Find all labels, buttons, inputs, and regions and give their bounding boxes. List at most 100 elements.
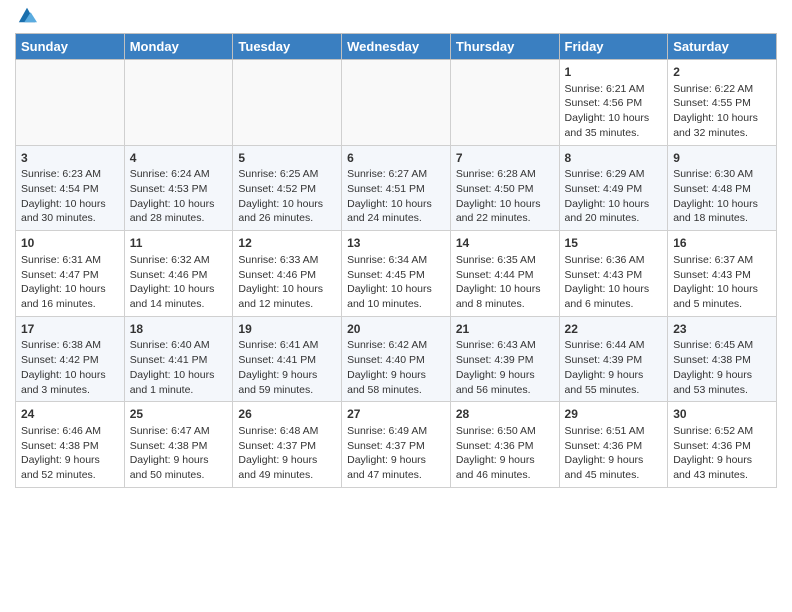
day-info-line: Sunrise: 6:47 AM	[130, 424, 228, 439]
calendar-table: SundayMondayTuesdayWednesdayThursdayFrid…	[15, 33, 777, 488]
day-number: 17	[21, 321, 119, 338]
calendar-cell: 23Sunrise: 6:45 AMSunset: 4:38 PMDayligh…	[668, 316, 777, 402]
day-info-line: Sunset: 4:38 PM	[21, 439, 119, 454]
day-info-line: Sunrise: 6:52 AM	[673, 424, 771, 439]
calendar-week-3: 10Sunrise: 6:31 AMSunset: 4:47 PMDayligh…	[16, 231, 777, 317]
day-info-line: Daylight: 9 hours and 52 minutes.	[21, 453, 119, 482]
day-info-line: Sunrise: 6:22 AM	[673, 82, 771, 97]
day-info-line: Daylight: 10 hours and 10 minutes.	[347, 282, 445, 311]
day-info-line: Daylight: 10 hours and 30 minutes.	[21, 197, 119, 226]
calendar-cell: 11Sunrise: 6:32 AMSunset: 4:46 PMDayligh…	[124, 231, 233, 317]
day-info-line: Daylight: 9 hours and 45 minutes.	[565, 453, 663, 482]
day-info-line: Sunrise: 6:38 AM	[21, 338, 119, 353]
day-info-line: Sunset: 4:51 PM	[347, 182, 445, 197]
day-info-line: Daylight: 9 hours and 59 minutes.	[238, 368, 336, 397]
day-info-line: Sunrise: 6:41 AM	[238, 338, 336, 353]
day-info-line: Daylight: 10 hours and 16 minutes.	[21, 282, 119, 311]
day-info-line: Sunset: 4:52 PM	[238, 182, 336, 197]
day-number: 8	[565, 150, 663, 167]
day-info-line: Sunrise: 6:35 AM	[456, 253, 554, 268]
day-number: 2	[673, 64, 771, 81]
day-info-line: Sunset: 4:56 PM	[565, 96, 663, 111]
day-number: 18	[130, 321, 228, 338]
day-info-line: Sunset: 4:46 PM	[238, 268, 336, 283]
day-info-line: Sunset: 4:37 PM	[347, 439, 445, 454]
day-info-line: Sunrise: 6:45 AM	[673, 338, 771, 353]
day-info-line: Sunset: 4:36 PM	[673, 439, 771, 454]
day-info-line: Daylight: 9 hours and 43 minutes.	[673, 453, 771, 482]
day-number: 24	[21, 406, 119, 423]
day-info-line: Daylight: 9 hours and 50 minutes.	[130, 453, 228, 482]
day-info-line: Sunrise: 6:25 AM	[238, 167, 336, 182]
day-info-line: Sunrise: 6:21 AM	[565, 82, 663, 97]
day-number: 4	[130, 150, 228, 167]
day-info-line: Daylight: 10 hours and 28 minutes.	[130, 197, 228, 226]
calendar-cell: 20Sunrise: 6:42 AMSunset: 4:40 PMDayligh…	[342, 316, 451, 402]
day-number: 13	[347, 235, 445, 252]
day-info-line: Daylight: 10 hours and 3 minutes.	[21, 368, 119, 397]
day-info-line: Daylight: 9 hours and 58 minutes.	[347, 368, 445, 397]
day-number: 15	[565, 235, 663, 252]
day-info-line: Sunset: 4:45 PM	[347, 268, 445, 283]
day-number: 14	[456, 235, 554, 252]
calendar-cell: 12Sunrise: 6:33 AMSunset: 4:46 PMDayligh…	[233, 231, 342, 317]
day-info-line: Sunrise: 6:28 AM	[456, 167, 554, 182]
day-info-line: Sunset: 4:36 PM	[456, 439, 554, 454]
day-info-line: Daylight: 10 hours and 8 minutes.	[456, 282, 554, 311]
day-info-line: Sunset: 4:49 PM	[565, 182, 663, 197]
day-info-line: Daylight: 10 hours and 5 minutes.	[673, 282, 771, 311]
day-info-line: Sunset: 4:48 PM	[673, 182, 771, 197]
day-info-line: Sunrise: 6:27 AM	[347, 167, 445, 182]
day-info-line: Daylight: 10 hours and 24 minutes.	[347, 197, 445, 226]
calendar-dow-wednesday: Wednesday	[342, 34, 451, 60]
day-info-line: Daylight: 9 hours and 56 minutes.	[456, 368, 554, 397]
day-info-line: Daylight: 9 hours and 46 minutes.	[456, 453, 554, 482]
day-info-line: Sunset: 4:40 PM	[347, 353, 445, 368]
day-number: 29	[565, 406, 663, 423]
calendar-week-5: 24Sunrise: 6:46 AMSunset: 4:38 PMDayligh…	[16, 402, 777, 488]
day-info-line: Sunset: 4:36 PM	[565, 439, 663, 454]
calendar-cell: 26Sunrise: 6:48 AMSunset: 4:37 PMDayligh…	[233, 402, 342, 488]
calendar-cell: 17Sunrise: 6:38 AMSunset: 4:42 PMDayligh…	[16, 316, 125, 402]
day-info-line: Sunrise: 6:31 AM	[21, 253, 119, 268]
day-number: 10	[21, 235, 119, 252]
day-number: 20	[347, 321, 445, 338]
day-info-line: Sunset: 4:42 PM	[21, 353, 119, 368]
day-number: 21	[456, 321, 554, 338]
day-info-line: Daylight: 10 hours and 32 minutes.	[673, 111, 771, 140]
day-info-line: Daylight: 10 hours and 20 minutes.	[565, 197, 663, 226]
day-number: 9	[673, 150, 771, 167]
day-number: 27	[347, 406, 445, 423]
calendar-cell	[233, 60, 342, 146]
logo-icon	[17, 5, 37, 25]
day-info-line: Sunrise: 6:48 AM	[238, 424, 336, 439]
day-info-line: Sunset: 4:41 PM	[130, 353, 228, 368]
calendar-cell: 2Sunrise: 6:22 AMSunset: 4:55 PMDaylight…	[668, 60, 777, 146]
calendar-cell: 16Sunrise: 6:37 AMSunset: 4:43 PMDayligh…	[668, 231, 777, 317]
calendar-cell: 18Sunrise: 6:40 AMSunset: 4:41 PMDayligh…	[124, 316, 233, 402]
day-info-line: Daylight: 10 hours and 18 minutes.	[673, 197, 771, 226]
day-number: 26	[238, 406, 336, 423]
day-info-line: Daylight: 10 hours and 26 minutes.	[238, 197, 336, 226]
logo	[15, 15, 37, 25]
day-info-line: Sunrise: 6:36 AM	[565, 253, 663, 268]
calendar-cell: 19Sunrise: 6:41 AMSunset: 4:41 PMDayligh…	[233, 316, 342, 402]
day-info-line: Sunset: 4:43 PM	[673, 268, 771, 283]
day-number: 25	[130, 406, 228, 423]
day-info-line: Daylight: 9 hours and 55 minutes.	[565, 368, 663, 397]
day-info-line: Daylight: 10 hours and 1 minute.	[130, 368, 228, 397]
day-info-line: Sunrise: 6:43 AM	[456, 338, 554, 353]
day-info-line: Sunrise: 6:32 AM	[130, 253, 228, 268]
calendar-cell: 24Sunrise: 6:46 AMSunset: 4:38 PMDayligh…	[16, 402, 125, 488]
calendar-cell: 6Sunrise: 6:27 AMSunset: 4:51 PMDaylight…	[342, 145, 451, 231]
page-header	[15, 10, 777, 25]
calendar-week-1: 1Sunrise: 6:21 AMSunset: 4:56 PM Daylight…	[16, 60, 777, 146]
day-number: 1	[565, 64, 663, 81]
calendar-cell	[342, 60, 451, 146]
day-info-line: Sunset: 4:38 PM	[673, 353, 771, 368]
day-info-line: Sunrise: 6:50 AM	[456, 424, 554, 439]
calendar-cell: 15Sunrise: 6:36 AMSunset: 4:43 PMDayligh…	[559, 231, 668, 317]
calendar-cell: 5Sunrise: 6:25 AMSunset: 4:52 PMDaylight…	[233, 145, 342, 231]
day-info-line: Sunrise: 6:37 AM	[673, 253, 771, 268]
day-number: 28	[456, 406, 554, 423]
